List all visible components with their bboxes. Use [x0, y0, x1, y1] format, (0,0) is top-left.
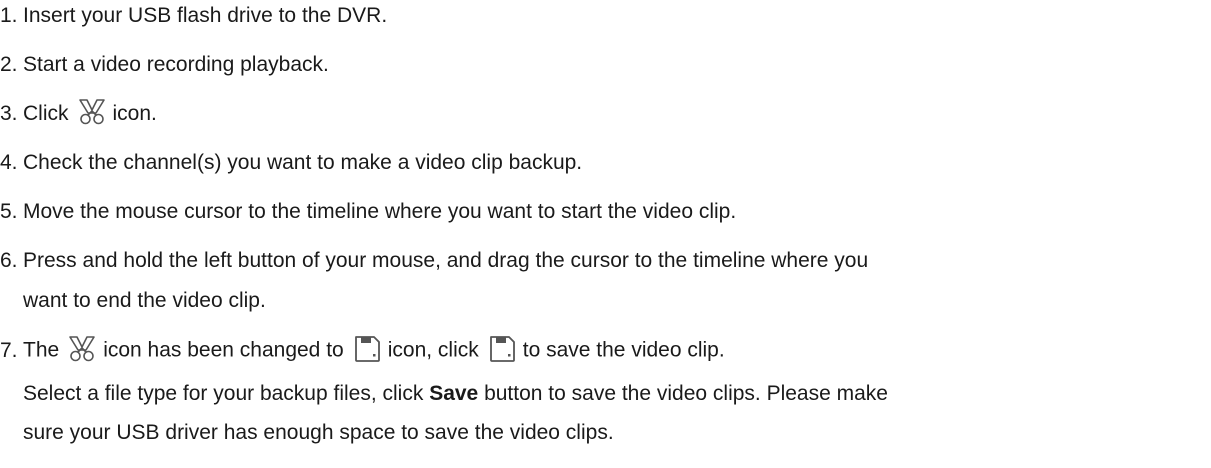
step-7-note-line-2: sure your USB driver has enough space to…	[23, 419, 614, 447]
step-number: 2.	[0, 53, 18, 76]
step-7: 7. The icon has been changed to icon, cl…	[0, 336, 725, 366]
save-label-bold: Save	[429, 382, 479, 405]
step-3: 3. Click icon.	[0, 98, 157, 128]
step-text: Check the channel(s) you want to make a …	[23, 151, 583, 174]
step-number: 6.	[0, 249, 18, 272]
note-text: Select a file type for your backup files…	[23, 382, 424, 405]
step-text: icon, click	[387, 338, 479, 362]
step-text: icon has been changed to	[103, 338, 344, 362]
step-1: 1. Insert your USB flash drive to the DVR…	[0, 2, 387, 30]
note-text: sure your USB driver has enough space to…	[23, 421, 614, 444]
step-number: 7.	[0, 338, 18, 362]
step-text-after: icon.	[112, 102, 157, 125]
step-text: Insert your USB flash drive to the DVR.	[23, 4, 388, 27]
step-number: 1.	[0, 4, 18, 27]
step-2: 2. Start a video recording playback.	[0, 51, 329, 79]
step-text: Start a video recording playback.	[23, 53, 329, 76]
save-clip-icon	[487, 334, 517, 364]
step-7-note-line-1: Select a file type for your backup files…	[23, 380, 888, 408]
step-text: to save the video clip.	[522, 338, 725, 362]
step-6-continuation: want to end the video clip.	[23, 287, 266, 315]
step-text: Press and hold the left button of your m…	[23, 249, 869, 272]
instruction-document: 1. Insert your USB flash drive to the DVR…	[0, 0, 1211, 468]
note-text: button to save the video clips. Please m…	[484, 382, 888, 405]
step-5: 5. Move the mouse cursor to the timeline …	[0, 198, 736, 226]
scissors-clip-icon	[77, 98, 107, 126]
step-text: want to end the video clip.	[23, 289, 266, 312]
step-number: 5.	[0, 200, 18, 223]
scissors-clip-icon	[67, 335, 97, 363]
step-number: 3.	[0, 102, 18, 125]
step-text: Click	[23, 102, 69, 125]
step-number: 4.	[0, 151, 18, 174]
step-6: 6. Press and hold the left button of your…	[0, 247, 868, 275]
step-4: 4. Check the channel(s) you want to make …	[0, 149, 582, 177]
step-text: The	[23, 338, 60, 362]
save-clip-icon	[352, 334, 382, 364]
step-text: Move the mouse cursor to the timeline wh…	[23, 200, 737, 223]
